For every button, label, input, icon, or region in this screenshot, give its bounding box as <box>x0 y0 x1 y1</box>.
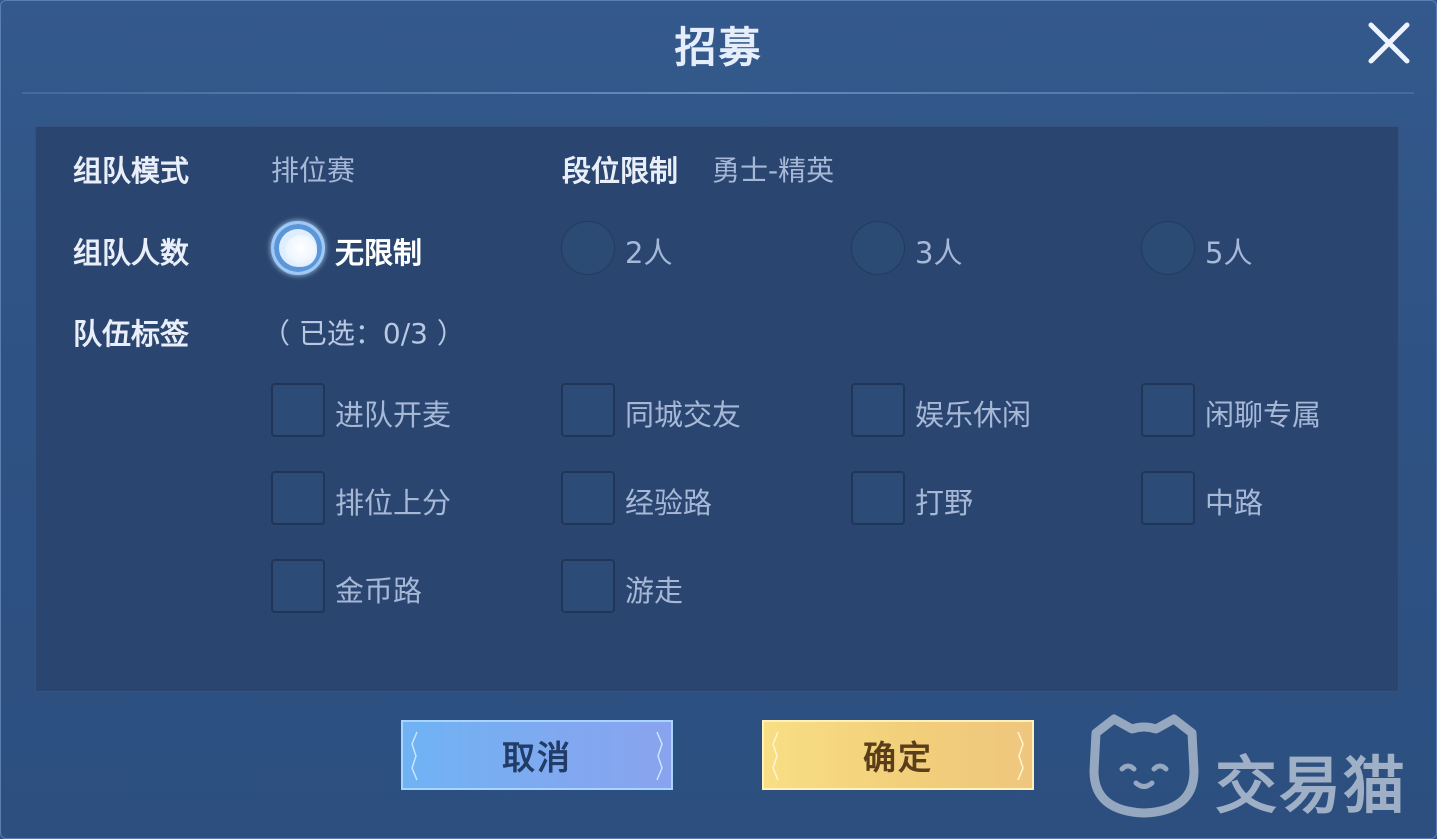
ornament-icon <box>772 731 779 781</box>
tag-checkbox[interactable] <box>851 471 905 525</box>
tag-checkbox[interactable] <box>271 383 325 437</box>
ornament-icon <box>1017 731 1024 781</box>
radio-unselected-icon <box>561 221 615 275</box>
radio-unselected-icon <box>851 221 905 275</box>
tag-label: 金币路 <box>335 574 423 608</box>
tag-checkbox[interactable] <box>1141 383 1195 437</box>
close-icon <box>1368 22 1410 64</box>
cancel-button-label: 取消 <box>502 738 572 777</box>
tag-checkbox[interactable] <box>561 559 615 613</box>
tag-label: 进队开麦 <box>335 398 452 432</box>
team-size-option-3[interactable] <box>851 221 907 277</box>
radio-selected-icon <box>271 221 325 275</box>
tag-label: 同城交友 <box>625 398 742 432</box>
team-size-label: 组队人数 <box>73 236 190 270</box>
radio-unselected-icon <box>1141 221 1195 275</box>
ornament-icon <box>411 731 418 781</box>
tag-checkbox[interactable] <box>561 471 615 525</box>
team-size-option-label: 2人 <box>625 236 673 270</box>
title-divider <box>22 92 1414 94</box>
tag-label: 游走 <box>625 574 684 608</box>
team-mode-label: 组队模式 <box>73 154 190 188</box>
team-tags-label: 队伍标签 <box>73 317 190 351</box>
tag-checkbox[interactable] <box>271 559 325 613</box>
tag-label: 经验路 <box>625 486 713 520</box>
tag-label: 中路 <box>1205 486 1264 520</box>
confirm-button-label: 确定 <box>863 738 933 777</box>
tags-selected-count: （ 已选：0/3 ） <box>262 317 465 350</box>
cat-logo-icon <box>1089 714 1199 818</box>
watermark: 交易猫 <box>1082 713 1422 823</box>
ornament-icon <box>656 731 663 781</box>
cancel-button[interactable]: 取消 <box>401 720 673 790</box>
close-button[interactable] <box>1362 16 1416 70</box>
team-size-option-label: 无限制 <box>335 236 423 270</box>
dialog-title: 招募 <box>674 23 763 72</box>
team-size-option-label: 3人 <box>915 236 963 270</box>
tag-label: 闲聊专属 <box>1205 398 1322 432</box>
tag-checkbox[interactable] <box>1141 471 1195 525</box>
rank-limit-label: 段位限制 <box>562 154 679 188</box>
team-size-option-unlimited[interactable] <box>271 221 327 277</box>
team-mode-value: 排位赛 <box>271 154 356 187</box>
tag-checkbox[interactable] <box>271 471 325 525</box>
confirm-button[interactable]: 确定 <box>762 720 1034 790</box>
rank-limit-value: 勇士-精英 <box>712 154 835 187</box>
tag-label: 娱乐休闲 <box>915 398 1032 432</box>
team-size-option-2[interactable] <box>561 221 617 277</box>
tag-checkbox[interactable] <box>851 383 905 437</box>
tag-label: 打野 <box>915 486 974 520</box>
team-size-option-5[interactable] <box>1141 221 1197 277</box>
team-size-option-label: 5人 <box>1205 236 1253 270</box>
tag-checkbox[interactable] <box>561 383 615 437</box>
tag-label: 排位上分 <box>335 486 452 520</box>
watermark-text: 交易猫 <box>1215 749 1408 822</box>
